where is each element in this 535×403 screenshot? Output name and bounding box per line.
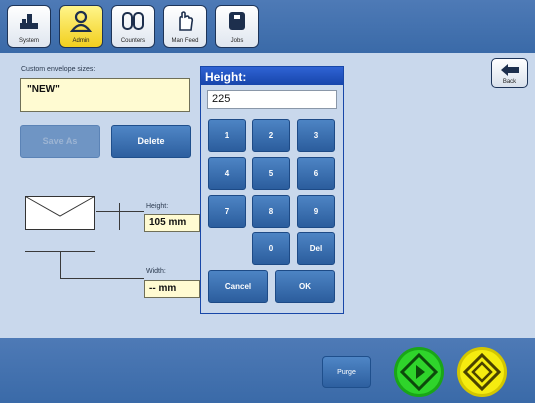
height-bracket-line — [119, 203, 120, 230]
back-arrow-icon — [500, 64, 519, 76]
jobs-icon — [229, 12, 245, 30]
admin-icon — [69, 10, 93, 32]
height-field[interactable]: 105 mm — [144, 214, 200, 232]
tab-counters-label: Counters — [120, 38, 146, 44]
width-dimension-line — [60, 278, 144, 279]
delete-button[interactable]: Delete — [111, 125, 191, 158]
envelope-icon — [25, 196, 95, 230]
cancel-button[interactable]: Cancel — [208, 270, 268, 303]
system-icon — [20, 14, 38, 29]
purge-button[interactable]: Purge — [322, 356, 371, 388]
key-0[interactable]: 0 — [252, 232, 290, 265]
start-button[interactable] — [393, 346, 445, 398]
tab-admin[interactable]: Admin — [59, 5, 103, 48]
width-vertical-line — [60, 251, 61, 279]
key-7[interactable]: 7 — [208, 195, 246, 228]
back-button[interactable]: Back — [491, 58, 528, 88]
back-label: Back — [502, 79, 517, 85]
key-del[interactable]: Del — [297, 232, 335, 265]
key-9[interactable]: 9 — [297, 195, 335, 228]
stop-icon — [457, 347, 507, 397]
height-label: Height: — [146, 203, 169, 210]
tab-system-label: System — [18, 38, 39, 44]
tab-counters[interactable]: Counters — [111, 5, 155, 48]
key-3[interactable]: 3 — [297, 119, 335, 152]
tab-man-feed-label: Man Feed — [171, 38, 199, 44]
stop-button[interactable] — [456, 346, 508, 398]
key-6[interactable]: 6 — [297, 157, 335, 190]
height-keypad-dialog: Height: 225 1 2 3 4 5 6 7 8 9 0 Del Canc… — [200, 66, 344, 314]
custom-sizes-label: Custom envelope sizes: — [21, 66, 96, 73]
keypad-value-field[interactable]: 225 — [207, 90, 337, 109]
width-field[interactable]: -- mm — [144, 280, 200, 298]
bottom-toolbar — [0, 338, 535, 403]
tab-system[interactable]: System — [7, 5, 51, 48]
key-8[interactable]: 8 — [252, 195, 290, 228]
tab-jobs-label: Jobs — [230, 38, 244, 44]
key-1[interactable]: 1 — [208, 119, 246, 152]
key-4[interactable]: 4 — [208, 157, 246, 190]
man-feed-icon — [179, 11, 194, 31]
envelope-name-field[interactable]: "NEW" — [20, 78, 190, 112]
tab-jobs[interactable]: Jobs — [215, 5, 259, 48]
counters-icon — [122, 12, 144, 30]
dialog-title: Height: — [201, 67, 343, 85]
key-5[interactable]: 5 — [252, 157, 290, 190]
ok-button[interactable]: OK — [275, 270, 335, 303]
save-as-button[interactable]: Save As — [20, 125, 100, 158]
key-2[interactable]: 2 — [252, 119, 290, 152]
tab-man-feed[interactable]: Man Feed — [163, 5, 207, 48]
height-dimension-line — [96, 211, 144, 212]
start-icon — [394, 347, 444, 397]
width-label: Width: — [146, 268, 166, 275]
tab-admin-label: Admin — [72, 38, 90, 44]
